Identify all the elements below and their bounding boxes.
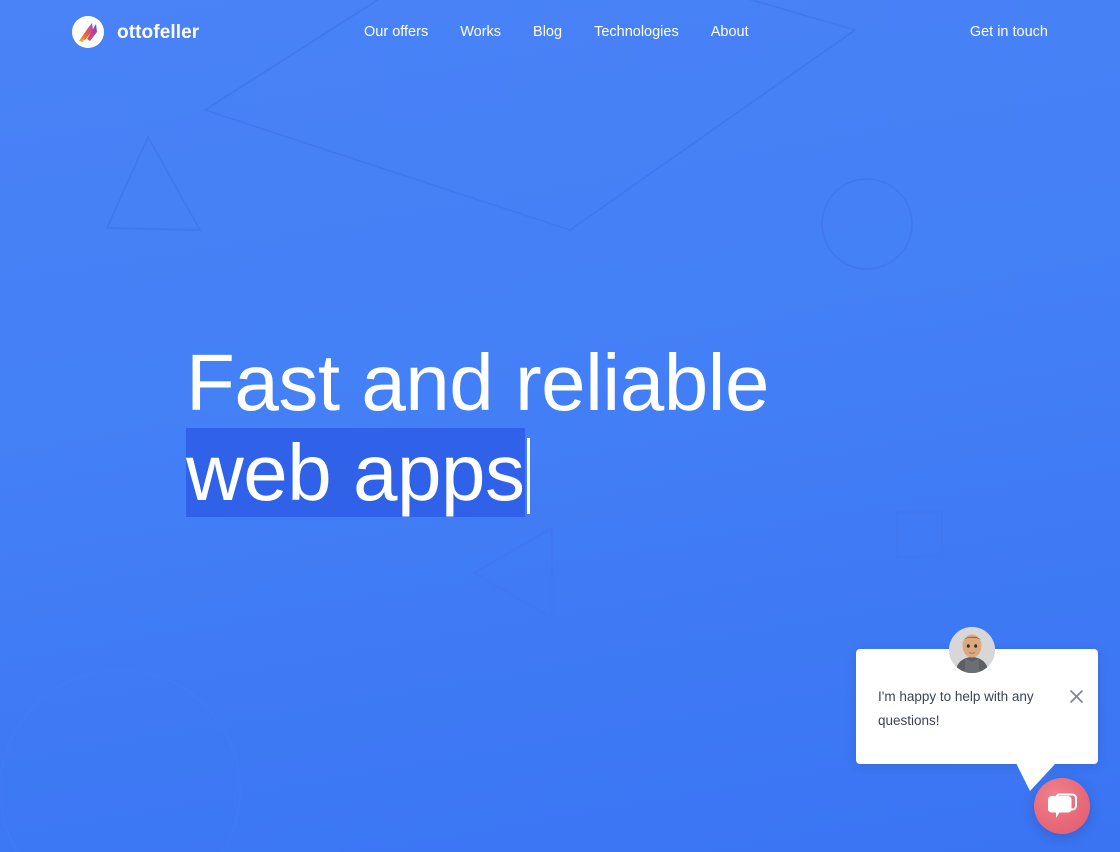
chat-bubbles-icon (1047, 793, 1077, 820)
close-icon[interactable] (1065, 685, 1087, 707)
hero-title-line-1: Fast and reliable (186, 338, 769, 427)
brand-logo-link[interactable]: ottofeller (72, 16, 199, 48)
brand-name: ottofeller (117, 21, 200, 43)
chat-launcher-button[interactable] (1034, 778, 1090, 834)
chat-widget: I'm happy to help with any questions! (850, 620, 1120, 852)
circle-outline-right (821, 178, 913, 270)
nav-item-about[interactable]: About (711, 23, 749, 41)
rocket-logo-icon (72, 16, 104, 48)
triangle-outline-left (105, 135, 202, 231)
small-square-outline-right (896, 511, 943, 558)
hero-title-line-2-selected: web apps (186, 428, 526, 517)
site-header: ottofeller Our offers Works Blog Technol… (0, 0, 1120, 64)
hero-title-line-2-wrapper: web apps (186, 428, 531, 518)
nav-item-works[interactable]: Works (460, 23, 501, 41)
nav-item-our-offers[interactable]: Our offers (364, 23, 428, 41)
avatar (949, 627, 995, 673)
hero-section: Fast and reliable web apps (186, 338, 946, 518)
text-caret (527, 438, 531, 514)
left-arrow-triangle-outline (472, 526, 553, 620)
nav-item-technologies[interactable]: Technologies (594, 23, 679, 41)
nav-item-blog[interactable]: Blog (533, 23, 562, 41)
chat-message-text: I'm happy to help with any questions! (878, 689, 1034, 728)
page-title: Fast and reliable web apps (186, 338, 946, 518)
circle-outline-bottom-left (0, 669, 241, 852)
landing-page: .dline { fill: none; stroke: #4277ef; st… (0, 0, 1120, 852)
get-in-touch-link[interactable]: Get in touch (970, 23, 1048, 41)
main-navigation: Our offers Works Blog Technologies About (364, 23, 749, 41)
